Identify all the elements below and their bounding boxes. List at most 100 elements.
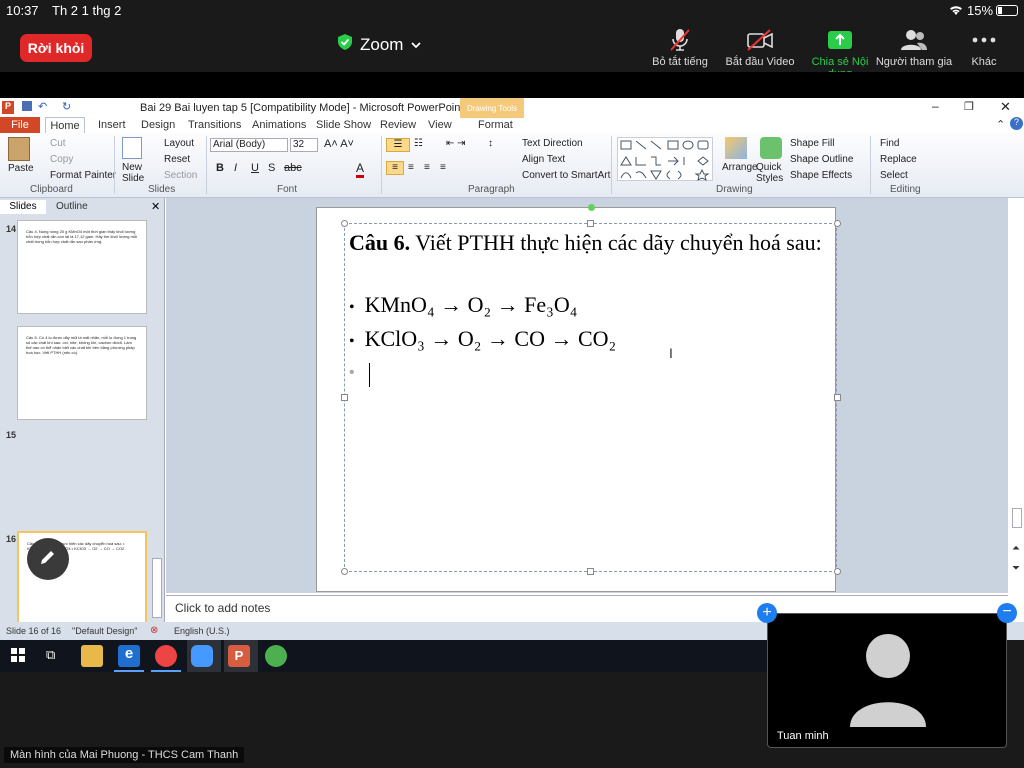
save-icon[interactable] <box>22 101 32 111</box>
bullets-button[interactable]: ☰ <box>386 138 410 152</box>
more-button[interactable]: Khác <box>944 28 1024 68</box>
windows-start-icon[interactable] <box>11 648 25 667</box>
zoom-title[interactable]: Zoom <box>338 34 422 55</box>
slide-question: Câu 6. Viết PTHH thực hiện các dãy chuyể… <box>349 230 822 255</box>
grow-font-icon[interactable]: A˄ A˅ <box>324 138 354 150</box>
video-expand-button[interactable]: + <box>757 603 777 623</box>
new-slide-icon[interactable] <box>122 137 142 159</box>
app-icon[interactable] <box>265 645 287 667</box>
next-slide-icon[interactable]: ⏷ <box>1012 563 1020 574</box>
spell-check-icon[interactable]: ⊗ <box>150 625 158 636</box>
slide-thumbnail-14[interactable]: Câu 4. Nung nóng 20 g KMnO4 một thời gia… <box>17 220 147 314</box>
text-placeholder[interactable] <box>341 204 841 575</box>
chrome-icon[interactable] <box>155 645 177 667</box>
align-right-button[interactable]: ≡ <box>424 162 430 173</box>
find-button[interactable]: Find <box>880 138 899 149</box>
strikethrough-button[interactable]: abc <box>284 162 302 174</box>
justify-button[interactable]: ≡ <box>440 162 446 173</box>
shape-effects-button[interactable]: Shape Effects <box>790 170 852 181</box>
start-video-button[interactable]: Bắt đầu Video <box>720 28 800 68</box>
participants-button[interactable]: Người tham gia <box>874 28 954 68</box>
text-direction-button[interactable]: Text Direction <box>522 138 583 149</box>
replace-button[interactable]: Replace <box>880 154 917 165</box>
convert-smartart-button[interactable]: Convert to SmartArt <box>522 170 610 181</box>
shield-check-icon <box>338 34 352 55</box>
resize-handle[interactable] <box>341 568 348 575</box>
restore-button[interactable]: ❐ <box>964 100 974 113</box>
underline-button[interactable]: U <box>251 162 259 174</box>
reset-button[interactable]: Reset <box>164 154 190 165</box>
align-left-button[interactable]: ≡ <box>386 161 404 175</box>
annotate-button[interactable] <box>27 538 69 580</box>
participant-video[interactable]: Tuan minh <box>767 613 1007 748</box>
panel-tab-slides[interactable]: Slides <box>0 200 46 214</box>
edge-icon[interactable]: e <box>118 645 140 667</box>
leave-meeting-button[interactable]: Rời khỏi <box>20 34 92 62</box>
font-color-button[interactable]: A <box>356 161 365 178</box>
resize-handle[interactable] <box>341 394 348 401</box>
tab-format[interactable]: Format <box>478 119 513 131</box>
help-icon[interactable]: ? <box>1010 117 1023 130</box>
indent-buttons[interactable]: ⇤ ⇥ <box>446 138 466 149</box>
resize-handle[interactable] <box>834 394 841 401</box>
task-view-icon[interactable]: ⧉ <box>46 647 55 663</box>
resize-handle[interactable] <box>834 568 841 575</box>
slide-thumbnail-15[interactable]: Câu 5. Có 4 lọ được dãy mũi là mất nhãn,… <box>17 326 147 420</box>
undo-icon[interactable]: ↶ <box>38 100 47 113</box>
shadow-button[interactable]: S <box>268 162 275 174</box>
shape-fill-button[interactable]: Shape Fill <box>790 138 834 149</box>
section-button[interactable]: Section <box>164 170 197 181</box>
minimize-button[interactable]: – <box>932 99 939 113</box>
italic-button[interactable]: I <box>234 162 237 174</box>
tab-review[interactable]: Review <box>380 119 416 131</box>
resize-handle[interactable] <box>587 220 594 227</box>
text-cursor <box>369 363 370 387</box>
resize-handle[interactable] <box>587 568 594 575</box>
layout-button[interactable]: Layout <box>164 138 194 149</box>
tab-slide-show[interactable]: Slide Show <box>316 119 371 131</box>
tab-view[interactable]: View <box>428 119 452 131</box>
prev-slide-icon[interactable]: ⏶ <box>1012 543 1020 554</box>
shape-outline-button[interactable]: Shape Outline <box>790 154 853 165</box>
close-window-button[interactable]: ✕ <box>1000 99 1011 115</box>
paste-button[interactable]: Paste <box>8 163 34 174</box>
paste-icon[interactable] <box>8 137 30 161</box>
copy-button[interactable]: Copy <box>50 154 73 165</box>
quick-styles-icon[interactable] <box>760 137 782 159</box>
tab-design[interactable]: Design <box>141 119 175 131</box>
resize-handle[interactable] <box>834 220 841 227</box>
align-text-button[interactable]: Align Text <box>522 154 565 165</box>
new-slide-button[interactable]: New Slide <box>122 162 150 184</box>
arrange-button[interactable]: Arrange <box>722 162 758 173</box>
arrange-icon[interactable] <box>725 137 747 159</box>
unmute-button[interactable]: Bỏ tắt tiếng <box>640 28 720 68</box>
font-size-select[interactable]: 32 <box>290 138 318 152</box>
resize-handle[interactable] <box>341 220 348 227</box>
quick-styles-button[interactable]: Quick Styles <box>756 162 786 184</box>
video-collapse-button[interactable]: − <box>997 603 1017 623</box>
font-name-select[interactable]: Arial (Body) <box>210 138 288 152</box>
tab-file[interactable]: File <box>0 117 40 134</box>
close-panel-icon[interactable]: ✕ <box>151 200 160 213</box>
tab-insert[interactable]: Insert <box>98 119 126 131</box>
align-center-button[interactable]: ≡ <box>408 162 414 173</box>
tab-home[interactable]: Home <box>45 117 85 134</box>
shapes-gallery[interactable] <box>617 137 713 181</box>
rotate-handle[interactable] <box>588 204 595 211</box>
redo-icon[interactable]: ↻ <box>62 100 71 113</box>
powerpoint-logo-icon: P <box>2 101 14 114</box>
cut-button[interactable]: Cut <box>50 138 66 149</box>
format-painter-button[interactable]: Format Painter <box>50 170 116 181</box>
panel-scrollbar[interactable] <box>152 558 162 618</box>
select-button[interactable]: Select <box>880 170 908 181</box>
line-spacing-button[interactable]: ↕ <box>488 138 493 149</box>
tab-animations[interactable]: Animations <box>252 119 306 131</box>
bold-button[interactable]: B <box>216 162 224 174</box>
panel-tab-outline[interactable]: Outline <box>56 201 88 212</box>
file-explorer-icon[interactable] <box>81 645 103 667</box>
ribbon-collapse-icon[interactable]: ⌃ <box>996 118 1005 131</box>
tab-transitions[interactable]: Transitions <box>188 119 241 131</box>
canvas-scrollbar[interactable] <box>1012 508 1022 528</box>
current-slide[interactable]: Câu 6. Viết PTHH thực hiện các dãy chuyể… <box>316 204 841 592</box>
numbering-button[interactable]: ☷ <box>414 138 423 149</box>
